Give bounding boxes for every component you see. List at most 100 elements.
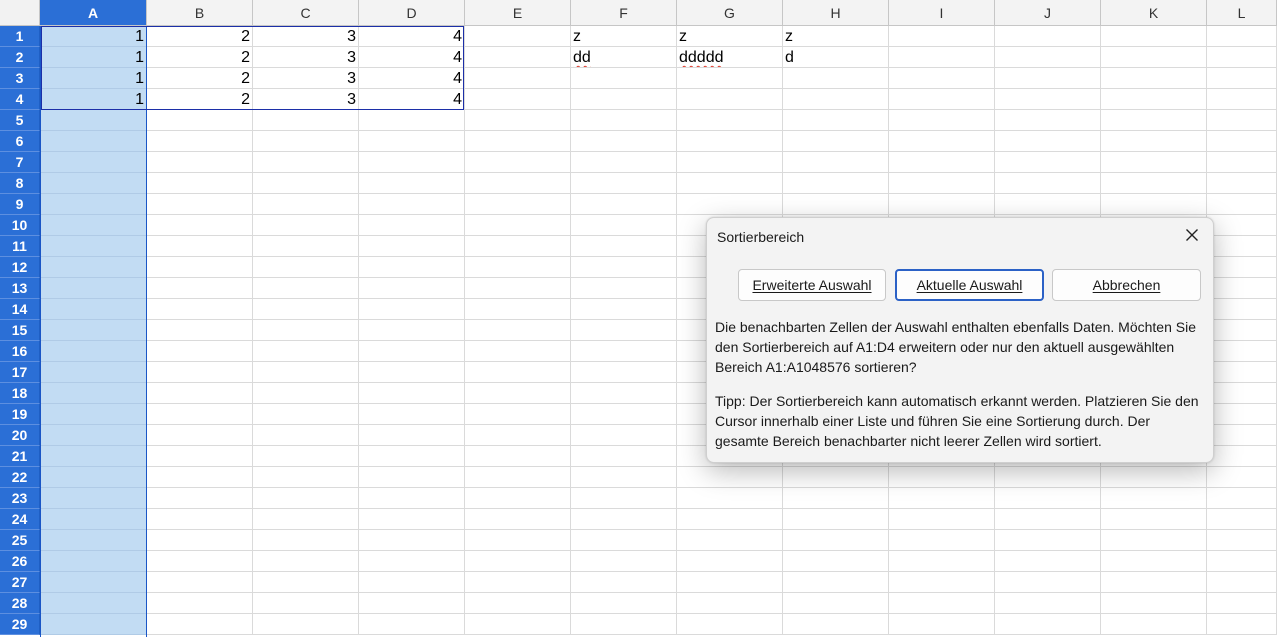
cell-k4[interactable] xyxy=(1101,89,1207,110)
cell-a16[interactable] xyxy=(41,341,147,362)
cell-d17[interactable] xyxy=(359,362,465,383)
cell-c15[interactable] xyxy=(253,320,359,341)
cell-c6[interactable] xyxy=(253,131,359,152)
cell-b26[interactable] xyxy=(147,551,253,572)
cell-c2[interactable]: 3 xyxy=(253,47,359,68)
cell-b19[interactable] xyxy=(147,404,253,425)
cell-b24[interactable] xyxy=(147,509,253,530)
cell-k6[interactable] xyxy=(1101,131,1207,152)
row-header-22[interactable]: 22 xyxy=(0,467,40,488)
cell-i7[interactable] xyxy=(889,152,995,173)
cell-l11[interactable] xyxy=(1207,236,1277,257)
cell-e5[interactable] xyxy=(465,110,571,131)
cell-c28[interactable] xyxy=(253,593,359,614)
cell-f22[interactable] xyxy=(571,467,677,488)
cell-b18[interactable] xyxy=(147,383,253,404)
cell-e24[interactable] xyxy=(465,509,571,530)
cell-c9[interactable] xyxy=(253,194,359,215)
cell-b28[interactable] xyxy=(147,593,253,614)
cell-h8[interactable] xyxy=(783,173,889,194)
cell-k22[interactable] xyxy=(1101,467,1207,488)
cell-l2[interactable] xyxy=(1207,47,1277,68)
cell-l20[interactable] xyxy=(1207,425,1277,446)
cell-e17[interactable] xyxy=(465,362,571,383)
cell-e7[interactable] xyxy=(465,152,571,173)
cell-b27[interactable] xyxy=(147,572,253,593)
cell-k3[interactable] xyxy=(1101,68,1207,89)
cell-g8[interactable] xyxy=(677,173,783,194)
cell-l26[interactable] xyxy=(1207,551,1277,572)
cell-l29[interactable] xyxy=(1207,614,1277,635)
cell-c11[interactable] xyxy=(253,236,359,257)
cell-a28[interactable] xyxy=(41,593,147,614)
cell-f11[interactable] xyxy=(571,236,677,257)
cell-d7[interactable] xyxy=(359,152,465,173)
cell-a29[interactable] xyxy=(41,614,147,635)
cell-d5[interactable] xyxy=(359,110,465,131)
cell-j24[interactable] xyxy=(995,509,1101,530)
cell-e9[interactable] xyxy=(465,194,571,215)
cell-c10[interactable] xyxy=(253,215,359,236)
cell-b1[interactable]: 2 xyxy=(147,26,253,47)
row-header-27[interactable]: 27 xyxy=(0,572,40,593)
cell-a17[interactable] xyxy=(41,362,147,383)
row-header-29[interactable]: 29 xyxy=(0,614,40,635)
cell-e11[interactable] xyxy=(465,236,571,257)
cell-e14[interactable] xyxy=(465,299,571,320)
cell-j2[interactable] xyxy=(995,47,1101,68)
extended-selection-button[interactable]: Erweiterte Auswahl xyxy=(738,269,886,301)
cell-a15[interactable] xyxy=(41,320,147,341)
cell-i1[interactable] xyxy=(889,26,995,47)
cell-i8[interactable] xyxy=(889,173,995,194)
cell-k25[interactable] xyxy=(1101,530,1207,551)
cell-b2[interactable]: 2 xyxy=(147,47,253,68)
cell-k23[interactable] xyxy=(1101,488,1207,509)
cell-i26[interactable] xyxy=(889,551,995,572)
cell-b23[interactable] xyxy=(147,488,253,509)
cell-i22[interactable] xyxy=(889,467,995,488)
cell-g2[interactable]: ddddd xyxy=(677,47,783,68)
cell-g7[interactable] xyxy=(677,152,783,173)
cell-a1[interactable]: 1 xyxy=(41,26,147,47)
cell-c27[interactable] xyxy=(253,572,359,593)
cell-a23[interactable] xyxy=(41,488,147,509)
cell-k27[interactable] xyxy=(1101,572,1207,593)
cell-b20[interactable] xyxy=(147,425,253,446)
column-header-e[interactable]: E xyxy=(465,0,571,26)
column-header-b[interactable]: B xyxy=(147,0,253,26)
cell-d2[interactable]: 4 xyxy=(359,47,465,68)
cell-j23[interactable] xyxy=(995,488,1101,509)
cell-d12[interactable] xyxy=(359,257,465,278)
cell-a26[interactable] xyxy=(41,551,147,572)
row-header-26[interactable]: 26 xyxy=(0,551,40,572)
cell-h5[interactable] xyxy=(783,110,889,131)
cell-g27[interactable] xyxy=(677,572,783,593)
cell-h28[interactable] xyxy=(783,593,889,614)
cell-h4[interactable] xyxy=(783,89,889,110)
cell-l12[interactable] xyxy=(1207,257,1277,278)
row-header-20[interactable]: 20 xyxy=(0,425,40,446)
cell-b16[interactable] xyxy=(147,341,253,362)
column-header-a[interactable]: A xyxy=(40,0,147,26)
cell-g3[interactable] xyxy=(677,68,783,89)
cell-a6[interactable] xyxy=(41,131,147,152)
cell-a21[interactable] xyxy=(41,446,147,467)
cell-k2[interactable] xyxy=(1101,47,1207,68)
cell-g1[interactable]: z xyxy=(677,26,783,47)
cell-j7[interactable] xyxy=(995,152,1101,173)
cell-i23[interactable] xyxy=(889,488,995,509)
cell-g22[interactable] xyxy=(677,467,783,488)
cell-d27[interactable] xyxy=(359,572,465,593)
row-header-23[interactable]: 23 xyxy=(0,488,40,509)
cell-l9[interactable] xyxy=(1207,194,1277,215)
cell-d26[interactable] xyxy=(359,551,465,572)
cell-b10[interactable] xyxy=(147,215,253,236)
row-header-6[interactable]: 6 xyxy=(0,131,40,152)
cell-i25[interactable] xyxy=(889,530,995,551)
cell-f6[interactable] xyxy=(571,131,677,152)
cell-c19[interactable] xyxy=(253,404,359,425)
cell-c13[interactable] xyxy=(253,278,359,299)
cell-b11[interactable] xyxy=(147,236,253,257)
cell-i28[interactable] xyxy=(889,593,995,614)
cell-a4[interactable]: 1 xyxy=(41,89,147,110)
